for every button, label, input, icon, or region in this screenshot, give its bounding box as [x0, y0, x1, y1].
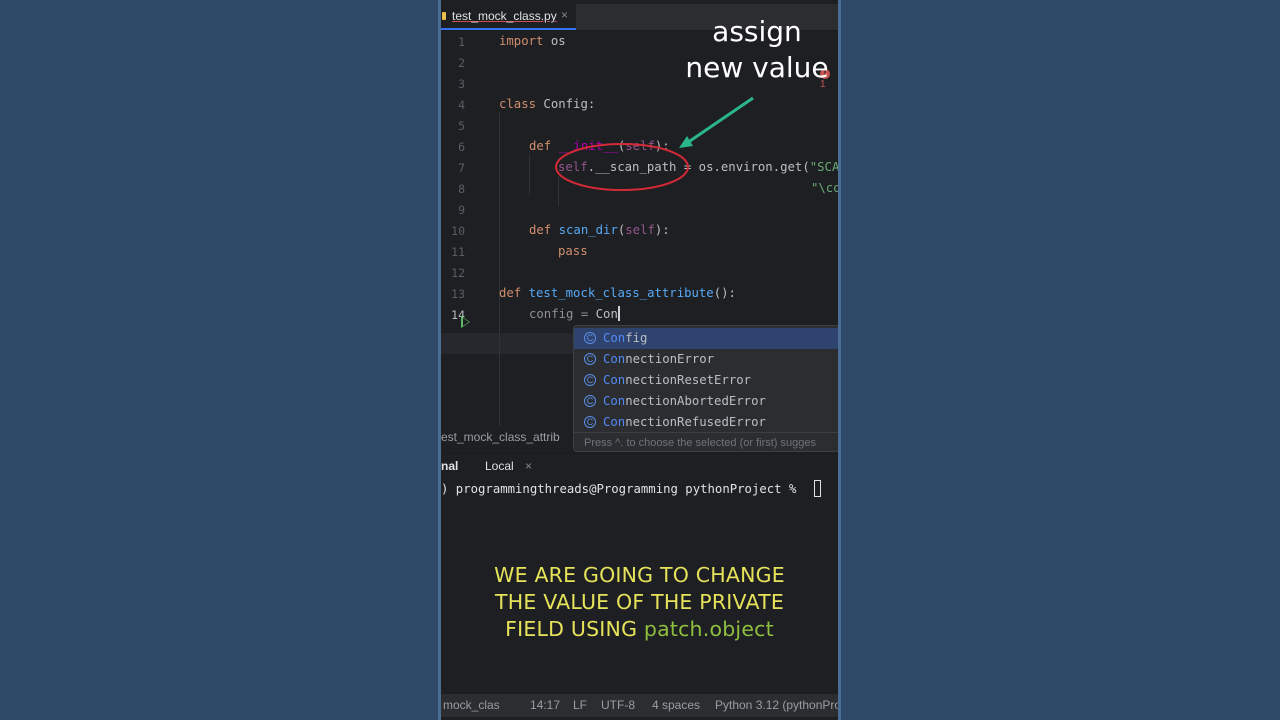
ide-window: test_mock_class.py × 1 2 3 4 5 6 7 8 9 1… [438, 0, 841, 720]
annotation-label: assign new value [685, 15, 829, 84]
video-caption: WE ARE GOING TO CHANGE THE VALUE OF THE … [494, 563, 785, 641]
class-icon: C [584, 332, 596, 344]
status-line-separator[interactable]: LF [573, 698, 587, 712]
terminal-cursor [814, 480, 821, 497]
terminal-tab-bar: nal Local × [441, 453, 838, 478]
code-line-current: config = Con [529, 307, 618, 321]
suggestion-item[interactable]: C ConnectionAbortedError [574, 391, 838, 412]
terminal-tab-local[interactable]: Local [485, 459, 514, 473]
code-line: def scan_dir(self): [529, 223, 670, 237]
line-number: 9 [458, 203, 465, 217]
class-icon: C [584, 395, 596, 407]
highlight-circle [555, 143, 689, 191]
annotation-arrow [686, 96, 754, 145]
autocomplete-popup: C Config C ConnectionError C ConnectionR… [573, 325, 838, 452]
status-caret-position[interactable]: 14:17 [530, 698, 560, 712]
status-encoding[interactable]: UTF-8 [601, 698, 635, 712]
code-line: pass [558, 244, 588, 258]
suggestion-item[interactable]: C ConnectionError [574, 349, 838, 370]
class-icon: C [584, 416, 596, 428]
text-caret [618, 306, 620, 321]
suggestion-item[interactable]: C ConnectionRefusedError [574, 412, 838, 433]
class-icon: C [584, 353, 596, 365]
terminal-tool-title[interactable]: nal [441, 459, 458, 473]
autocomplete-hint: Press ^. to choose the selected (or firs… [574, 432, 838, 451]
class-icon: C [584, 374, 596, 386]
terminal-prompt[interactable]: ) programmingthreads@Programming pythonP… [441, 482, 804, 496]
line-number: 10 [451, 224, 465, 238]
suggestion-item[interactable]: C Config [574, 328, 838, 349]
breadcrumb[interactable]: est_mock_class_attrib [441, 426, 571, 448]
close-terminal-tab-icon[interactable]: × [525, 459, 532, 473]
line-number: 13 [451, 287, 465, 301]
suggestion-item[interactable]: C ConnectionResetError [574, 370, 838, 391]
line-number: 11 [451, 245, 465, 259]
status-file[interactable]: mock_clas [443, 698, 500, 712]
code-line: def test_mock_class_attribute(): [499, 286, 736, 300]
status-interpreter[interactable]: Python 3.12 (pythonPro [715, 698, 838, 712]
line-number: 12 [451, 266, 465, 280]
status-bar: mock_clas 14:17 LF UTF-8 4 spaces Python… [441, 693, 838, 717]
status-indent[interactable]: 4 spaces [652, 698, 700, 712]
